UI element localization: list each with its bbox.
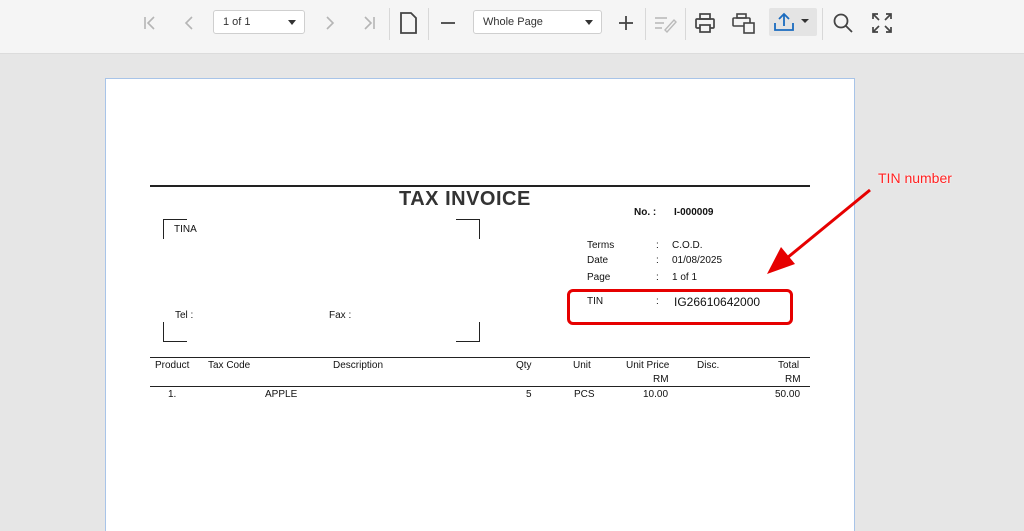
fullscreen-icon bbox=[872, 13, 892, 33]
zoom-in-button[interactable] bbox=[611, 10, 641, 36]
annotation-label: TIN number bbox=[878, 170, 952, 186]
row-total: 50.00 bbox=[775, 389, 801, 400]
page-sep: : bbox=[656, 272, 659, 283]
fullscreen-button[interactable] bbox=[867, 10, 897, 36]
edit-button[interactable] bbox=[650, 10, 680, 36]
col-total: Total bbox=[778, 360, 800, 371]
col-product: Product bbox=[155, 360, 190, 371]
last-page-button[interactable] bbox=[354, 10, 384, 36]
toolbar-separator bbox=[428, 8, 429, 40]
toolbar-separator bbox=[822, 8, 823, 40]
row-description: APPLE bbox=[265, 389, 298, 400]
table-top-rule bbox=[150, 357, 810, 358]
tin-highlight-box bbox=[567, 289, 793, 325]
prev-page-icon bbox=[184, 16, 193, 30]
zoom-out-icon bbox=[441, 22, 455, 24]
terms-sep: : bbox=[656, 240, 659, 251]
last-page-icon bbox=[364, 16, 375, 30]
prev-page-button[interactable] bbox=[174, 10, 204, 36]
table-header-rule bbox=[150, 386, 810, 387]
edit-icon bbox=[655, 17, 677, 33]
address-box-corner bbox=[456, 322, 480, 342]
print-page-icon bbox=[732, 13, 755, 34]
date-sep: : bbox=[656, 255, 659, 266]
page-select-value: 1 of 1 bbox=[223, 16, 251, 28]
terms-value: C.O.D. bbox=[672, 240, 703, 251]
first-page-button[interactable] bbox=[135, 10, 165, 36]
col-description: Description bbox=[333, 360, 384, 371]
date-value: 01/08/2025 bbox=[672, 255, 723, 266]
page-value: 1 of 1 bbox=[672, 272, 698, 283]
col-unit-price-currency: RM bbox=[653, 374, 669, 385]
zoom-in-icon bbox=[619, 16, 633, 30]
next-page-icon bbox=[326, 16, 335, 30]
zoom-select-value: Whole Page bbox=[483, 16, 543, 28]
header-rule bbox=[150, 185, 810, 187]
address-box-corner bbox=[163, 322, 187, 342]
page-select[interactable]: 1 of 1 bbox=[213, 10, 305, 34]
single-page-icon bbox=[400, 12, 417, 34]
customer-name: TINA bbox=[174, 224, 197, 235]
terms-label: Terms bbox=[587, 240, 615, 251]
chevron-down-icon bbox=[585, 20, 593, 25]
toolbar-separator bbox=[685, 8, 686, 40]
fax-label: Fax : bbox=[329, 310, 352, 321]
zoom-out-button[interactable] bbox=[433, 10, 463, 36]
date-label: Date bbox=[587, 255, 609, 266]
invoice-title: TAX INVOICE bbox=[399, 188, 531, 210]
next-page-button[interactable] bbox=[315, 10, 345, 36]
first-page-icon bbox=[144, 16, 155, 30]
col-tax-code: Tax Code bbox=[208, 360, 251, 371]
chevron-down-icon bbox=[288, 20, 296, 25]
report-viewer-toolbar: 1 of 1 Whole Page bbox=[0, 0, 1024, 54]
row-unit-price: 10.00 bbox=[643, 389, 669, 400]
col-unit-price: Unit Price bbox=[626, 360, 670, 371]
print-button[interactable] bbox=[690, 10, 720, 36]
print-icon bbox=[695, 13, 715, 33]
zoom-select[interactable]: Whole Page bbox=[473, 10, 602, 34]
row-qty: 5 bbox=[526, 389, 532, 400]
invoice-no-label: No. : bbox=[634, 207, 657, 218]
toolbar-separator bbox=[389, 8, 390, 40]
row-unit: PCS bbox=[574, 389, 595, 400]
export-icon bbox=[774, 12, 809, 31]
single-page-button[interactable] bbox=[393, 10, 423, 36]
invoice-no-value: I-000009 bbox=[674, 207, 714, 218]
page-label: Page bbox=[587, 272, 611, 283]
row-number: 1. bbox=[168, 389, 177, 400]
col-unit: Unit bbox=[573, 360, 591, 371]
search-button[interactable] bbox=[828, 10, 858, 36]
col-qty: Qty bbox=[516, 360, 532, 371]
col-total-currency: RM bbox=[785, 374, 801, 385]
col-disc: Disc. bbox=[697, 360, 720, 371]
print-page-button[interactable] bbox=[729, 10, 759, 36]
search-icon bbox=[833, 13, 853, 33]
export-button[interactable] bbox=[769, 8, 817, 36]
toolbar-separator bbox=[645, 8, 646, 40]
address-box-corner bbox=[456, 219, 480, 239]
tel-label: Tel : bbox=[175, 310, 194, 321]
